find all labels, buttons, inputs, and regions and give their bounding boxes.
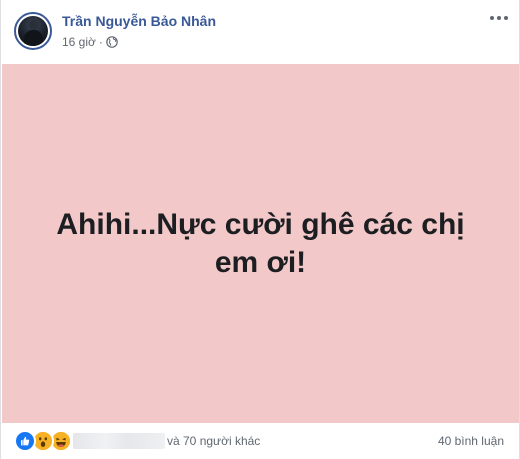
post-meta: 16 giờ ·	[62, 34, 118, 50]
facebook-post: Trần Nguyễn Bảo Nhân 16 giờ · Ahihi...Nự…	[0, 0, 520, 459]
comments-count-link[interactable]: 40 bình luận	[438, 434, 504, 448]
author-name[interactable]: Trần Nguyễn Bảo Nhân	[62, 13, 216, 29]
like-icon[interactable]	[14, 430, 36, 452]
globe-icon[interactable]	[106, 36, 118, 48]
post-footer: và 70 người khác 40 bình luận	[1, 423, 520, 459]
more-options-button[interactable]	[487, 8, 511, 28]
avatar-photo	[18, 16, 48, 46]
reactions-summary[interactable]	[14, 430, 72, 452]
status-background-card: Ahihi...Nực cười ghê các chị em ơi!	[2, 64, 519, 423]
avatar[interactable]	[14, 12, 52, 50]
status-text: Ahihi...Nực cười ghê các chị em ơi!	[56, 207, 465, 279]
post-timestamp[interactable]: 16 giờ	[62, 35, 96, 49]
reactor-names-redacted	[73, 433, 165, 449]
more-dots-icon	[490, 16, 508, 20]
post-header: Trần Nguyễn Bảo Nhân 16 giờ ·	[1, 0, 520, 64]
reactions-others-text[interactable]: và 70 người khác	[167, 434, 260, 448]
meta-separator: ·	[98, 35, 103, 49]
